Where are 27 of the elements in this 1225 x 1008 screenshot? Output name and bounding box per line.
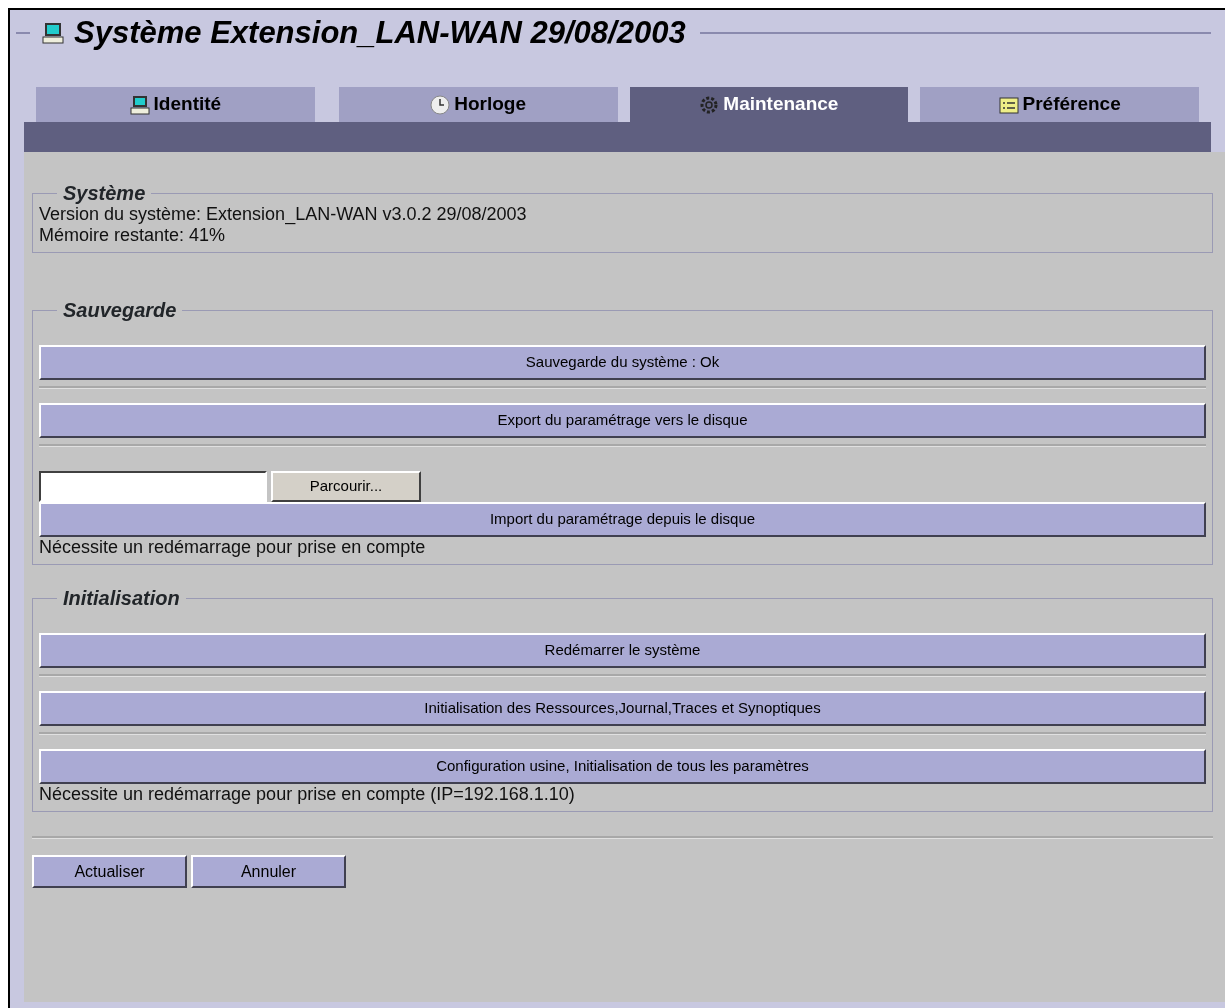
action-button[interactable]: Initialisation des Ressources,Journal,Traces et Synoptiques: [39, 691, 1206, 726]
action-button[interactable]: Redémarrer le système: [39, 633, 1206, 668]
action-button[interactable]: Export du paramétrage vers le disque: [39, 403, 1206, 438]
info-text: Mémoire restante: 41%: [39, 225, 227, 246]
window-title: Système Extension_LAN-WAN 29/08/2003: [74, 13, 686, 52]
section-title: Sauvegarde: [62, 299, 178, 321]
computer-icon: [129, 94, 150, 115]
computer-icon: [42, 22, 66, 44]
section-title: Système: [62, 182, 147, 204]
tab[interactable]: Maintenance: [629, 87, 909, 122]
clock-icon: [430, 94, 451, 115]
gear-icon: [699, 94, 720, 115]
footer-button[interactable]: Annuler: [191, 855, 346, 888]
action-button[interactable]: Import du paramétrage depuis le disque: [39, 502, 1206, 537]
tab[interactable]: Horloge: [338, 87, 618, 122]
info-text: Nécessite un redémarrage pour prise en compte: [39, 537, 427, 558]
info-text: Nécessite un redémarrage pour prise en compte (IP=192.168.1.10): [39, 784, 576, 805]
browse-button[interactable]: Parcourir...: [271, 471, 421, 502]
action-button[interactable]: Configuration usine, Initialisation de tous les paramètres: [39, 749, 1206, 784]
checklist-icon: [998, 94, 1019, 115]
footer-button[interactable]: Actualiser: [32, 855, 187, 888]
tab[interactable]: Identité: [36, 87, 315, 122]
section-title: Initialisation: [62, 587, 181, 609]
action-button[interactable]: Sauvegarde du système : Ok: [39, 345, 1206, 380]
info-text: Version du système: Extension_LAN-WAN v3.0.2 29/08/2003: [39, 204, 528, 225]
file-path-field[interactable]: [39, 471, 267, 502]
tab[interactable]: Préférence: [920, 87, 1199, 122]
